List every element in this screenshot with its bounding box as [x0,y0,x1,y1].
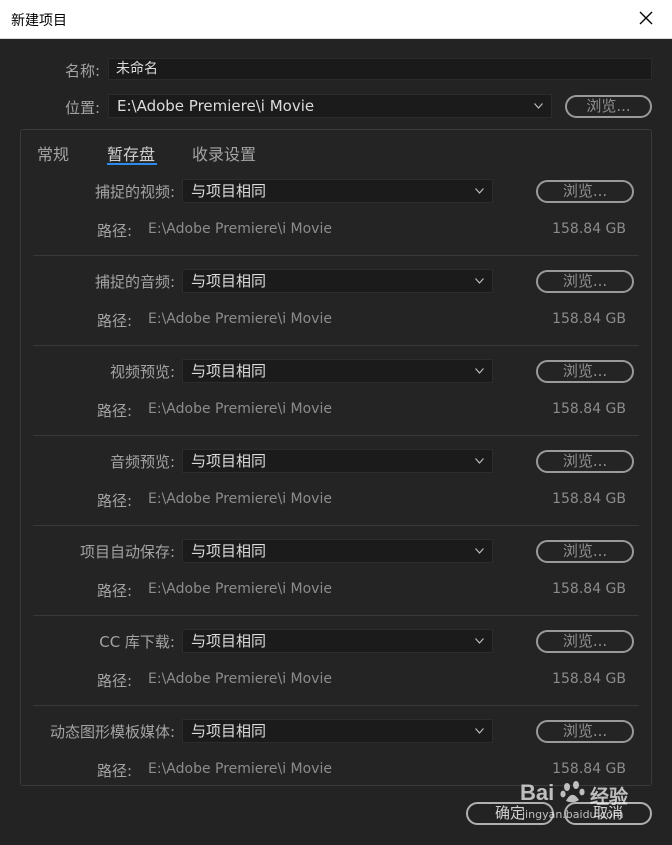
tab-ingest-settings[interactable]: 收录设置 [192,141,256,165]
row-size: 158.84 GB [552,221,626,237]
watermark-brand-suffix: 经验 [590,786,629,808]
title-bar: 新建项目 [0,0,672,39]
chevron-down-icon [475,368,484,374]
chevron-down-icon [475,728,484,734]
window-title: 新建项目 [11,13,67,29]
row-label: 音频预览: [109,453,175,471]
row-label: 动态图形模板媒体: [49,723,175,741]
location-browse-button[interactable]: 浏览... [565,95,652,118]
row-path: E:\Adobe Premiere\i Movie [148,491,332,507]
tab-general[interactable]: 常规 [37,141,69,165]
row-browse-button[interactable]: 浏览... [536,360,634,383]
chevron-down-icon [475,188,484,194]
name-label: 名称: [64,62,100,80]
row-select-value: 与项目相同 [191,362,267,380]
paw-icon [560,781,585,803]
row-size: 158.84 GB [552,311,626,327]
chevron-down-icon [475,638,484,644]
name-input[interactable]: 未命名 [108,58,652,80]
location-value: E:\Adobe Premiere\i Movie [117,97,315,115]
row-path: E:\Adobe Premiere\i Movie [148,761,332,777]
row-divider [33,345,639,346]
row-label: 捕捉的音频: [94,273,175,291]
row-select-value: 与项目相同 [191,182,267,200]
row-select[interactable]: 与项目相同 [182,449,493,473]
row-path: E:\Adobe Premiere\i Movie [148,671,332,687]
row-size: 158.84 GB [552,671,626,687]
row-browse-button[interactable]: 浏览... [536,180,634,203]
row-select-value: 与项目相同 [191,722,267,740]
row-select[interactable]: 与项目相同 [182,179,493,203]
watermark-brand: Bai [520,780,555,805]
location-label: 位置: [64,99,100,117]
row-select-value: 与项目相同 [191,632,267,650]
row-path-label: 路径: [96,402,132,420]
row-select-value: 与项目相同 [191,452,267,470]
row-path-label: 路径: [96,312,132,330]
row-browse-button[interactable]: 浏览... [536,630,634,653]
row-label: 视频预览: [109,363,175,381]
row-path: E:\Adobe Premiere\i Movie [148,581,332,597]
chevron-down-icon [475,458,484,464]
row-divider [33,525,639,526]
row-browse-button[interactable]: 浏览... [536,540,634,563]
row-label: 项目自动保存: [79,543,175,561]
row-divider [33,255,639,256]
location-select[interactable]: E:\Adobe Premiere\i Movie [108,94,552,118]
row-browse-button[interactable]: 浏览... [536,450,634,473]
row-select-value: 与项目相同 [191,272,267,290]
row-path: E:\Adobe Premiere\i Movie [148,221,332,237]
row-size: 158.84 GB [552,581,626,597]
row-path: E:\Adobe Premiere\i Movie [148,401,332,417]
row-size: 158.84 GB [552,401,626,417]
row-label: CC 库下载: [99,633,175,651]
row-size: 158.84 GB [552,761,626,777]
row-select[interactable]: 与项目相同 [182,629,493,653]
tab-scratch-disks[interactable]: 暂存盘 [107,141,155,165]
row-browse-button[interactable]: 浏览... [536,270,634,293]
chevron-down-icon [475,278,484,284]
row-select[interactable]: 与项目相同 [182,359,493,383]
row-divider [33,705,639,706]
row-divider [33,435,639,436]
baidu-watermark: Bai 经验 jingyan.baidu.com [520,776,640,826]
active-tab-indicator [107,163,157,165]
watermark-url: jingyan.baidu.com [522,808,624,821]
row-path-label: 路径: [96,582,132,600]
row-select-value: 与项目相同 [191,542,267,560]
row-label: 捕捉的视频: [94,183,175,201]
chevron-down-icon [475,548,484,554]
row-size: 158.84 GB [552,491,626,507]
row-path: E:\Adobe Premiere\i Movie [148,311,332,327]
row-path-label: 路径: [96,672,132,690]
chevron-down-icon [534,103,543,109]
close-icon[interactable] [636,8,656,28]
row-select[interactable]: 与项目相同 [182,539,493,563]
row-path-label: 路径: [96,222,132,240]
row-browse-button[interactable]: 浏览... [536,720,634,743]
row-select[interactable]: 与项目相同 [182,269,493,293]
row-divider [33,615,639,616]
row-select[interactable]: 与项目相同 [182,719,493,743]
row-path-label: 路径: [96,762,132,780]
row-path-label: 路径: [96,492,132,510]
